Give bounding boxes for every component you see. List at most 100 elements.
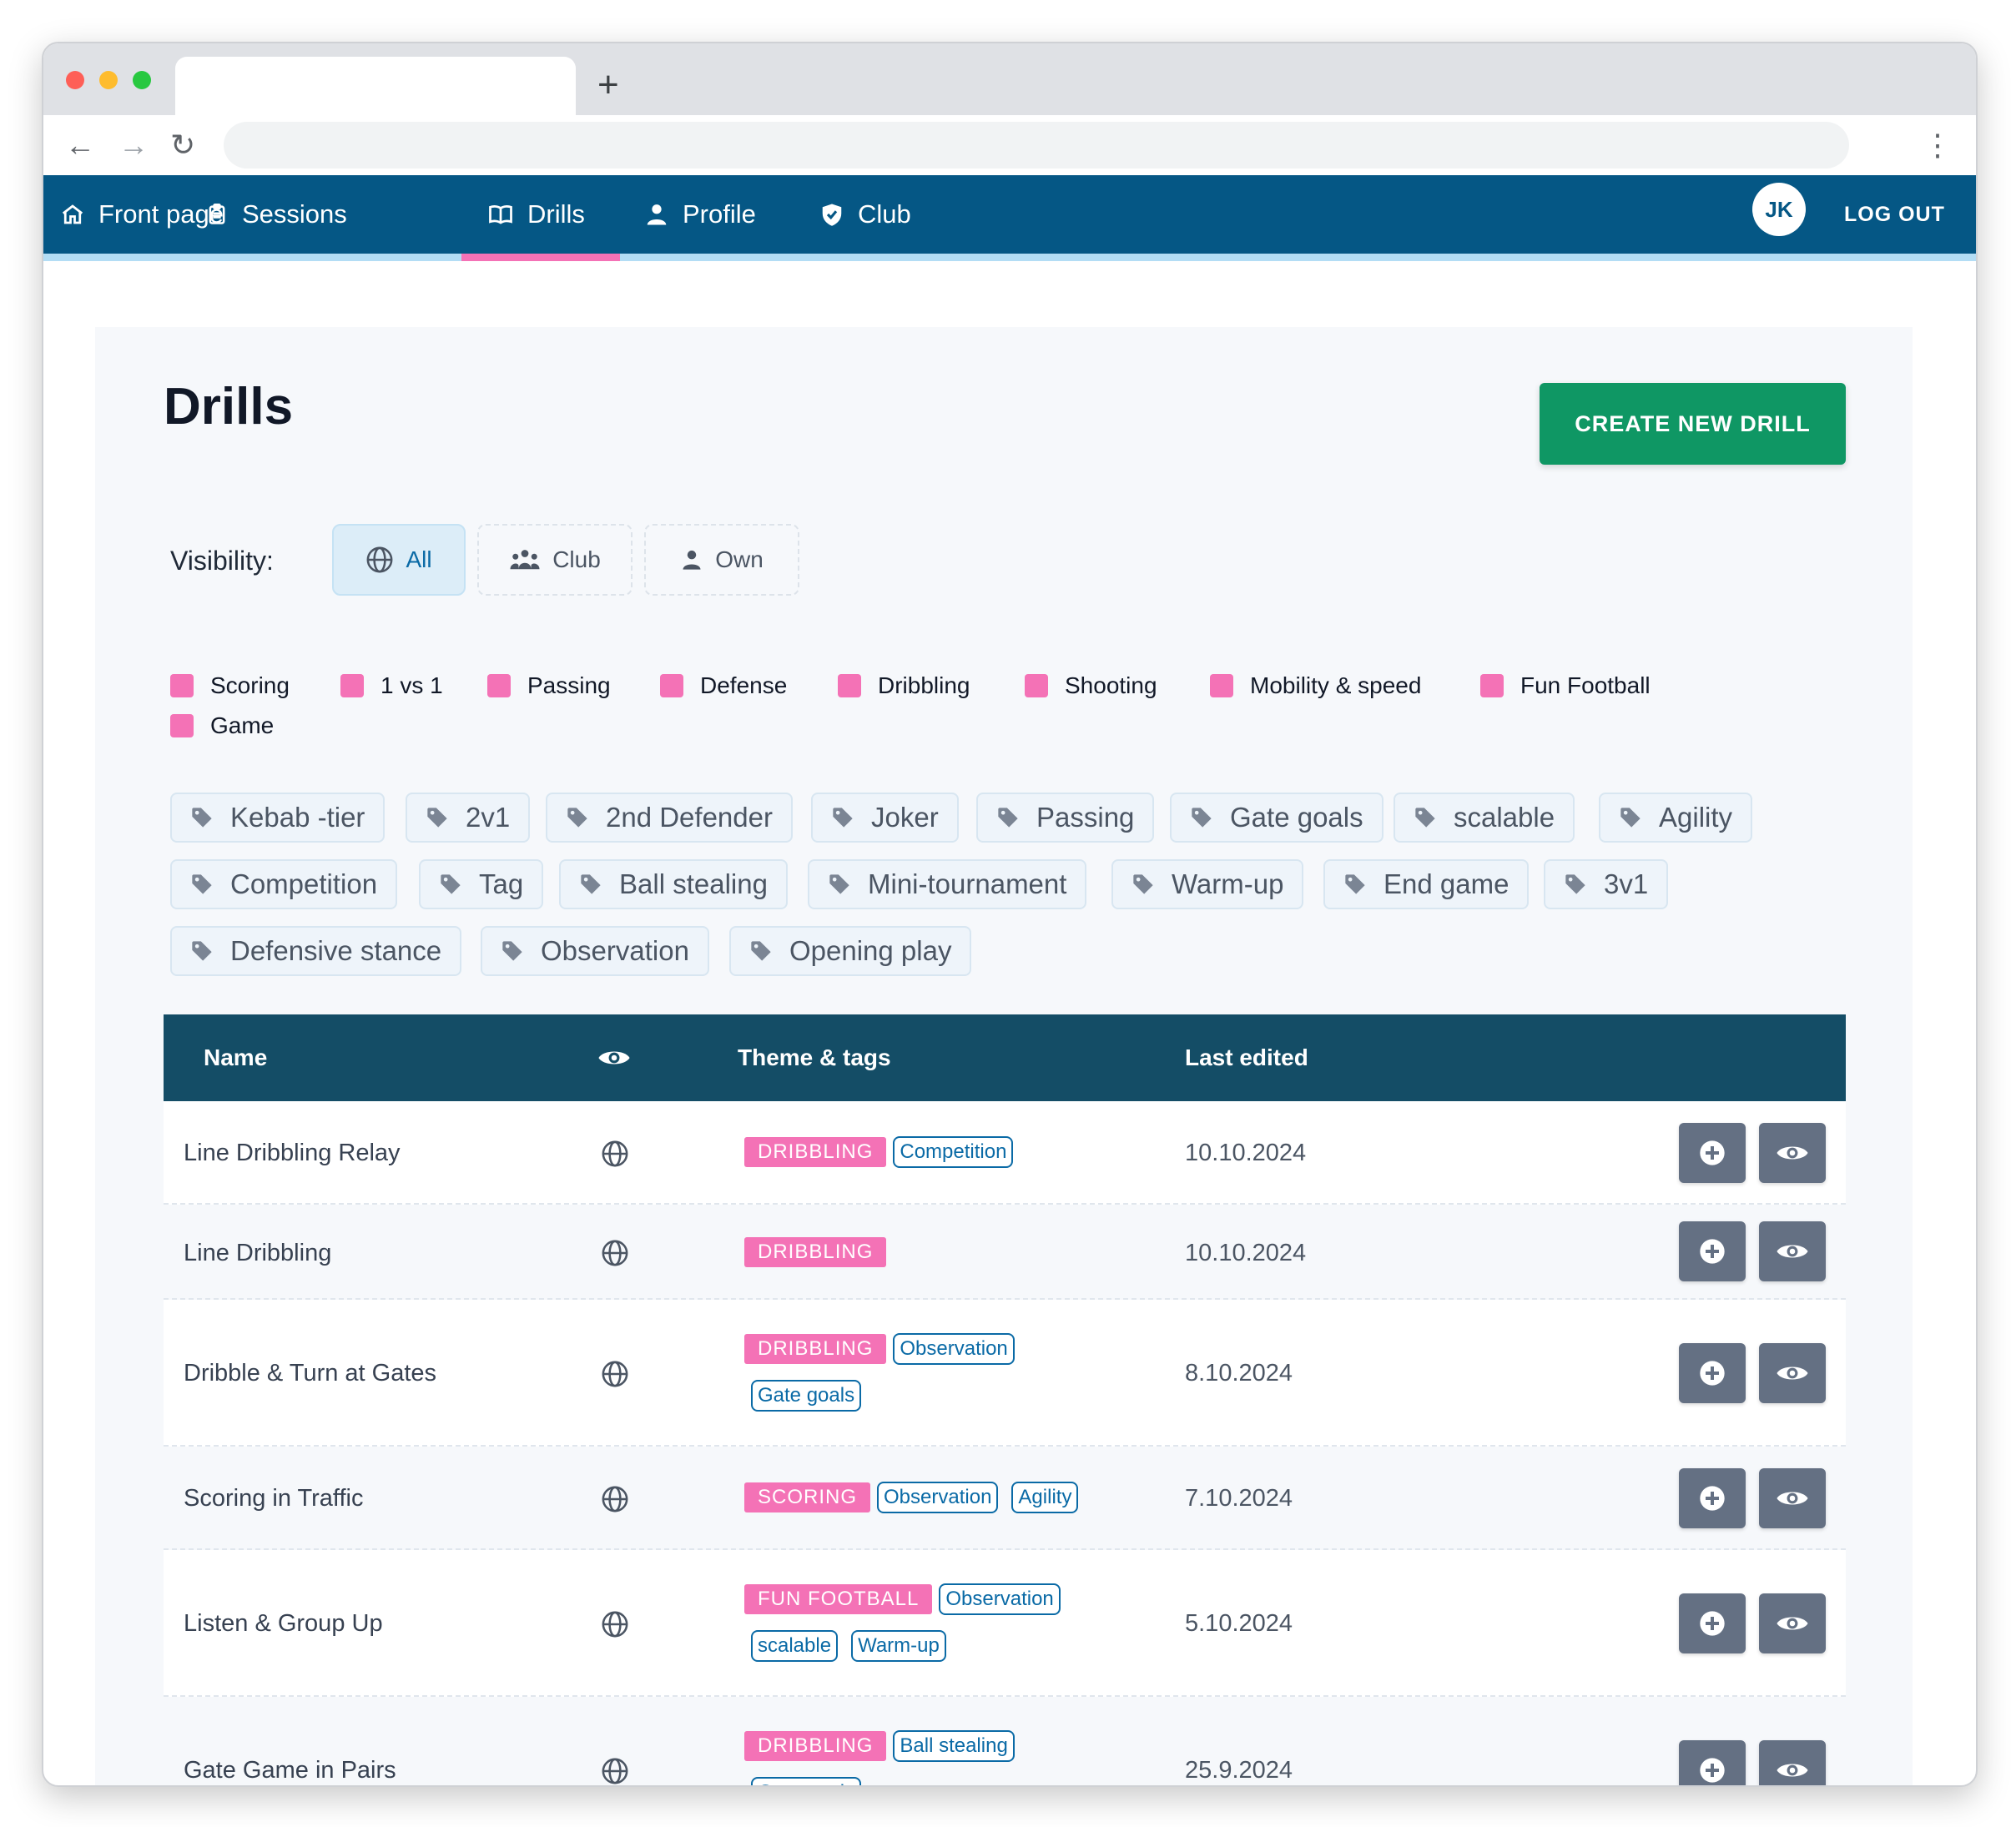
tag-filter-button[interactable]: 2nd Defender xyxy=(546,793,793,843)
tag-filter-button[interactable]: Kebab -tier xyxy=(170,793,386,843)
drill-name[interactable]: Dribble & Turn at Gates xyxy=(184,1360,436,1387)
theme-label: Dribbling xyxy=(878,672,970,698)
drill-name[interactable]: Listen & Group Up xyxy=(184,1610,383,1638)
tag-filter-button[interactable]: 3v1 xyxy=(1544,859,1669,909)
theme-tags-cell: DRIBBLING Observation Gate goals xyxy=(744,1333,1145,1412)
column-header-name[interactable]: Name xyxy=(204,1014,267,1101)
reload-icon[interactable]: ↻ xyxy=(170,122,195,169)
theme-checkbox-1vs1[interactable]: 1 vs 1 xyxy=(340,669,443,702)
create-new-drill-button[interactable]: CREATE NEW DRILL xyxy=(1540,383,1846,465)
add-to-session-button[interactable] xyxy=(1679,1740,1746,1785)
column-header-last-edited[interactable]: Last edited xyxy=(1185,1014,1308,1101)
theme-badge: DRIBBLING xyxy=(744,1334,887,1364)
nav-item-drills[interactable]: Drills xyxy=(487,175,585,254)
tag-filter-button[interactable]: Ball stealing xyxy=(559,859,788,909)
tag-icon xyxy=(192,874,212,894)
theme-checkbox-dribbling[interactable]: Dribbling xyxy=(838,669,970,702)
tag-label: Kebab -tier xyxy=(230,802,365,833)
tag-filter-button[interactable]: Defensive stance xyxy=(170,926,462,976)
theme-checkbox-scoring[interactable]: Scoring xyxy=(170,669,290,702)
theme-checkbox-game[interactable]: Game xyxy=(170,709,274,742)
browser-tab[interactable] xyxy=(175,57,576,115)
table-row[interactable]: Scoring in Traffic SCORING Observation Agi… xyxy=(164,1447,1846,1550)
back-icon[interactable]: ← xyxy=(65,122,95,169)
theme-label: Game xyxy=(210,712,275,738)
add-to-session-button[interactable] xyxy=(1679,1468,1746,1528)
theme-checkbox-passing[interactable]: Passing xyxy=(487,669,611,702)
theme-badge: DRIBBLING xyxy=(744,1137,887,1167)
logout-button[interactable]: LOG OUT xyxy=(1844,175,1945,254)
theme-checkbox-defense[interactable]: Defense xyxy=(660,669,787,702)
tag-label: Defensive stance xyxy=(230,935,442,966)
checkbox-icon xyxy=(1210,674,1233,697)
tag-filter-button[interactable]: Passing xyxy=(976,793,1155,843)
theme-checkbox-shooting[interactable]: Shooting xyxy=(1025,669,1157,702)
tag-filter-button[interactable]: Warm-up xyxy=(1111,859,1304,909)
tag-filter-button[interactable]: Gate goals xyxy=(1170,793,1383,843)
plus-circle-icon xyxy=(1700,1611,1725,1636)
theme-checkbox-mobility-speed[interactable]: Mobility & speed xyxy=(1210,669,1421,702)
globe-icon xyxy=(602,1758,628,1784)
tag-filter-button[interactable]: Competition xyxy=(170,859,398,909)
drill-name[interactable]: Gate Game in Pairs xyxy=(184,1757,396,1784)
view-drill-button[interactable] xyxy=(1759,1221,1826,1281)
book-icon xyxy=(489,205,512,224)
visibility-own-button[interactable]: Own xyxy=(644,524,799,596)
tag-filter-button[interactable]: Agility xyxy=(1599,793,1753,843)
view-drill-button[interactable] xyxy=(1759,1468,1826,1528)
column-header-theme-tags[interactable]: Theme & tags xyxy=(738,1014,891,1101)
tag-filter-button[interactable]: scalable xyxy=(1394,793,1575,843)
forward-icon[interactable]: → xyxy=(118,122,149,169)
table-row[interactable]: Listen & Group Up FUN FOOTBALL Observatio… xyxy=(164,1550,1846,1697)
theme-checkbox-fun-football[interactable]: Fun Football xyxy=(1480,669,1651,702)
tag-label: Ball stealing xyxy=(619,868,768,899)
checkbox-icon xyxy=(170,714,194,737)
new-tab-icon[interactable]: + xyxy=(597,60,619,110)
add-to-session-button[interactable] xyxy=(1679,1221,1746,1281)
home-icon xyxy=(62,204,83,224)
add-to-session-button[interactable] xyxy=(1679,1343,1746,1403)
table-row[interactable]: Line Dribbling Relay DRIBBLING Competitio… xyxy=(164,1101,1846,1205)
add-to-session-button[interactable] xyxy=(1679,1123,1746,1183)
view-drill-button[interactable] xyxy=(1759,1343,1826,1403)
tag-filter-button[interactable]: Mini-tournament xyxy=(808,859,1087,909)
tag-filter-button[interactable]: Joker xyxy=(811,793,959,843)
table-row[interactable]: Gate Game in Pairs DRIBBLING Ball stealin… xyxy=(164,1697,1846,1785)
close-window-button[interactable] xyxy=(66,71,84,89)
add-to-session-button[interactable] xyxy=(1679,1593,1746,1653)
column-header-visibility[interactable] xyxy=(597,1014,631,1101)
tag-icon xyxy=(192,808,212,828)
nav-item-club[interactable]: Club xyxy=(819,175,911,254)
tag-label: Gate goals xyxy=(1230,802,1363,833)
view-drill-button[interactable] xyxy=(1759,1740,1826,1785)
nav-item-front-page[interactable]: Front page xyxy=(60,175,224,254)
page-title: Drills xyxy=(164,378,294,435)
tag-filter-button[interactable]: 2v1 xyxy=(406,793,531,843)
table-row[interactable]: Line Dribbling DRIBBLING 10.10.2024 xyxy=(164,1205,1846,1300)
drill-name[interactable]: Line Dribbling Relay xyxy=(184,1140,401,1167)
view-drill-button[interactable] xyxy=(1759,1593,1826,1653)
tag-filter-button[interactable]: Opening play xyxy=(729,926,972,976)
theme-badge: DRIBBLING xyxy=(744,1237,887,1267)
tag-filter-button[interactable]: Observation xyxy=(481,926,709,976)
navbar-underline xyxy=(43,254,1976,261)
view-drill-button[interactable] xyxy=(1759,1123,1826,1183)
minimize-window-button[interactable] xyxy=(99,71,118,89)
visibility-all-button[interactable]: All xyxy=(332,524,466,596)
visibility-club-button[interactable]: Club xyxy=(477,524,633,596)
browser-menu-icon[interactable]: ⋮ xyxy=(1923,122,1953,169)
theme-label: Mobility & speed xyxy=(1250,672,1422,698)
visibility-option-label: Club xyxy=(552,546,601,572)
drill-name[interactable]: Scoring in Traffic xyxy=(184,1485,363,1512)
address-input[interactable] xyxy=(224,122,1849,169)
tag-filter-button[interactable]: End game xyxy=(1323,859,1530,909)
drill-name[interactable]: Line Dribbling xyxy=(184,1240,331,1267)
table-row[interactable]: Dribble & Turn at Gates DRIBBLING Observa… xyxy=(164,1300,1846,1447)
nav-item-sessions[interactable]: Sessions xyxy=(205,175,347,254)
checkbox-icon xyxy=(838,674,861,697)
tag-filter-button[interactable]: Tag xyxy=(419,859,544,909)
avatar[interactable]: JK xyxy=(1752,183,1806,236)
nav-item-profile[interactable]: Profile xyxy=(644,175,756,254)
globe-icon xyxy=(602,1240,628,1266)
maximize-window-button[interactable] xyxy=(133,71,151,89)
